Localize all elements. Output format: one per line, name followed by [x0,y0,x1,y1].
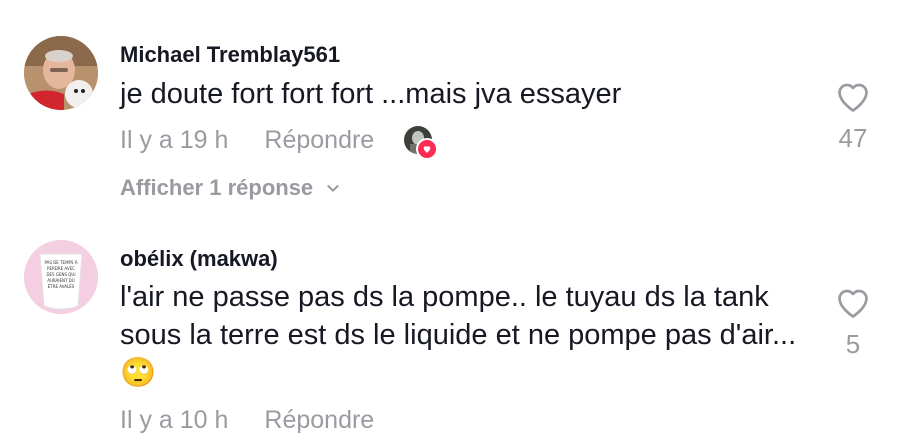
username[interactable]: obélix (makwa) [120,246,278,272]
comment-item: Michael Tremblay561 je doute fort fort f… [0,0,902,220]
like-count: 47 [838,123,868,153]
heart-outline-icon[interactable] [835,286,871,320]
avatar-caption: PAS DE TEMPS À PERDRE AVEC DES GENS QUI … [44,260,78,289]
timestamp: Il y a 19 h [120,125,229,154]
comment-text: l'air ne passe pas ds la pompe.. le tuya… [120,281,797,389]
comment-meta: Il y a 19 h Répondre [120,124,439,160]
comment-meta: Il y a 10 h Répondre [120,404,374,436]
show-replies-button[interactable]: Afficher 1 réponse [120,175,341,201]
comment-item: PAS DE TEMPS À PERDRE AVEC DES GENS QUI … [0,220,902,436]
heart-badge-icon [416,138,439,160]
chevron-down-icon [327,185,339,192]
creator-liked-badge [404,126,439,160]
heart-outline-icon[interactable] [835,80,871,114]
like-count: 5 [845,329,861,359]
comment-text: je doute fort fort fort ...mais jva essa… [120,78,622,110]
reply-button[interactable]: Répondre [264,126,374,155]
like-control: 47 [825,80,881,154]
like-control: 5 [825,286,881,360]
username[interactable]: Michael Tremblay561 [120,42,340,68]
reply-button[interactable]: Répondre [264,406,374,435]
show-replies-label: Afficher 1 réponse [120,175,314,200]
timestamp: Il y a 10 h [120,405,229,434]
avatar[interactable]: PAS DE TEMPS À PERDRE AVEC DES GENS QUI … [24,240,98,314]
avatar[interactable] [24,36,98,110]
